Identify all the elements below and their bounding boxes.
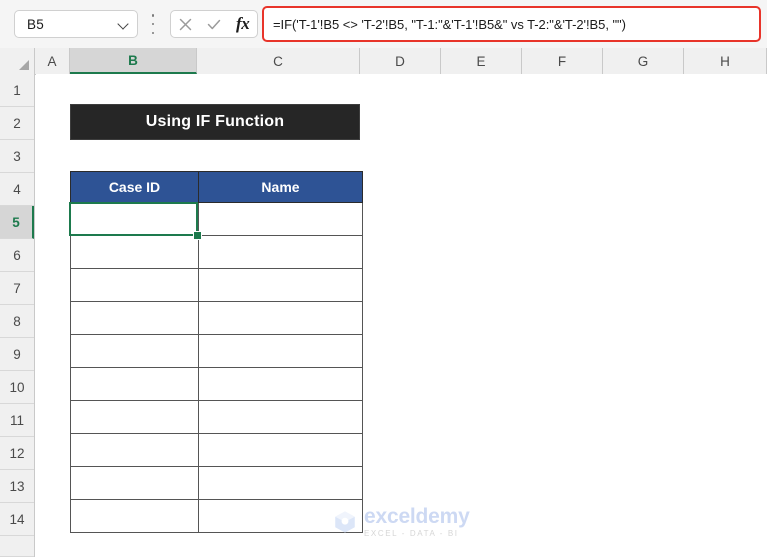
row-header-9[interactable]: 9 <box>0 338 34 371</box>
table-row[interactable] <box>70 367 363 401</box>
kebab-dot <box>151 31 155 34</box>
row-header-11[interactable]: 11 <box>0 404 34 437</box>
table-row[interactable] <box>70 301 363 335</box>
select-all-corner-icon[interactable] <box>0 48 35 74</box>
row-header-4[interactable]: 4 <box>0 173 34 206</box>
fill-handle[interactable] <box>193 231 202 240</box>
column-header-a[interactable]: A <box>35 48 70 74</box>
cell-name[interactable] <box>198 235 363 269</box>
table-row[interactable] <box>70 466 363 500</box>
cell-name[interactable] <box>198 268 363 302</box>
formula-action-group: fx <box>170 10 258 38</box>
cell-name[interactable] <box>198 202 363 236</box>
more-options-icon[interactable] <box>148 14 158 34</box>
data-table: Case ID Name <box>70 171 363 533</box>
column-header-f[interactable]: F <box>522 48 603 74</box>
table-header-row: Case ID Name <box>70 171 363 203</box>
row-header-14[interactable]: 14 <box>0 503 34 536</box>
table-row[interactable] <box>70 499 363 533</box>
row-header-6[interactable]: 6 <box>0 239 34 272</box>
table-body <box>70 202 363 533</box>
cell-name[interactable] <box>198 499 363 533</box>
column-header-g[interactable]: G <box>603 48 684 74</box>
title-banner-text: Using IF Function <box>145 113 285 130</box>
insert-function-label: fx <box>236 14 250 33</box>
cell-case-id[interactable] <box>70 367 199 401</box>
cell-case-id[interactable] <box>70 235 199 269</box>
name-box[interactable]: B5 <box>14 10 138 38</box>
cell-name[interactable] <box>198 301 363 335</box>
watermark-text-wrap: exceldemy EXCEL - DATA - BI <box>364 506 470 538</box>
watermark-tagline: EXCEL - DATA - BI <box>364 529 459 538</box>
row-header-1[interactable]: 1 <box>0 74 34 107</box>
column-header-h[interactable]: H <box>684 48 767 74</box>
formula-input[interactable]: =IF('T-1'!B5 <> 'T-2'!B5, "T-1:"&'T-1'!B… <box>262 6 761 42</box>
row-header-5[interactable]: 5 <box>0 206 34 239</box>
cell-case-id[interactable] <box>70 268 199 302</box>
cell-name[interactable] <box>198 433 363 467</box>
column-header-e[interactable]: E <box>441 48 522 74</box>
column-header-row: A B C D E F G H <box>0 48 767 75</box>
table-row[interactable] <box>70 202 363 236</box>
formula-text: =IF('T-1'!B5 <> 'T-2'!B5, "T-1:"&'T-1'!B… <box>273 16 626 32</box>
table-header-case-id[interactable]: Case ID <box>70 171 199 203</box>
insert-function-icon[interactable]: fx <box>230 12 256 36</box>
row-header-3[interactable]: 3 <box>0 140 34 173</box>
chevron-down-icon[interactable] <box>118 19 129 30</box>
watermark-name: exceldemy <box>364 505 470 528</box>
cell-name[interactable] <box>198 400 363 434</box>
column-header-b[interactable]: B <box>70 48 197 74</box>
column-header-c[interactable]: C <box>197 48 360 74</box>
title-banner: Using IF Function <box>70 104 360 140</box>
row-header-2[interactable]: 2 <box>0 107 34 140</box>
cell-case-id[interactable] <box>70 400 199 434</box>
row-header-7[interactable]: 7 <box>0 272 34 305</box>
cancel-x-icon[interactable] <box>172 12 198 36</box>
kebab-dot <box>151 22 155 26</box>
kebab-dot <box>151 14 155 17</box>
cell-case-id[interactable] <box>70 301 199 335</box>
row-header-column: 1 2 3 4 5 6 7 8 9 10 11 12 13 14 <box>0 74 35 557</box>
cell-case-id[interactable] <box>70 433 199 467</box>
spreadsheet-grid[interactable]: Using IF Function Case ID Name exceldemy… <box>36 74 767 557</box>
cell-name[interactable] <box>198 466 363 500</box>
cell-name[interactable] <box>198 334 363 368</box>
row-header-15[interactable] <box>0 536 34 557</box>
row-header-8[interactable]: 8 <box>0 305 34 338</box>
table-row[interactable] <box>70 433 363 467</box>
enter-check-icon[interactable] <box>201 12 227 36</box>
cell-case-id[interactable] <box>70 202 199 236</box>
row-header-13[interactable]: 13 <box>0 470 34 503</box>
table-row[interactable] <box>70 400 363 434</box>
table-row[interactable] <box>70 268 363 302</box>
cell-case-id[interactable] <box>70 334 199 368</box>
cell-case-id[interactable] <box>70 466 199 500</box>
row-header-12[interactable]: 12 <box>0 437 34 470</box>
table-row[interactable] <box>70 334 363 368</box>
table-row[interactable] <box>70 235 363 269</box>
formula-bar-area: B5 fx =IF('T-1'!B5 <> 'T-2'!B5, "T-1:"&'… <box>0 0 767 49</box>
cell-name[interactable] <box>198 367 363 401</box>
cell-case-id[interactable] <box>70 499 199 533</box>
table-header-name[interactable]: Name <box>198 171 363 203</box>
name-box-value: B5 <box>27 16 44 32</box>
row-header-10[interactable]: 10 <box>0 371 34 404</box>
column-header-d[interactable]: D <box>360 48 441 74</box>
